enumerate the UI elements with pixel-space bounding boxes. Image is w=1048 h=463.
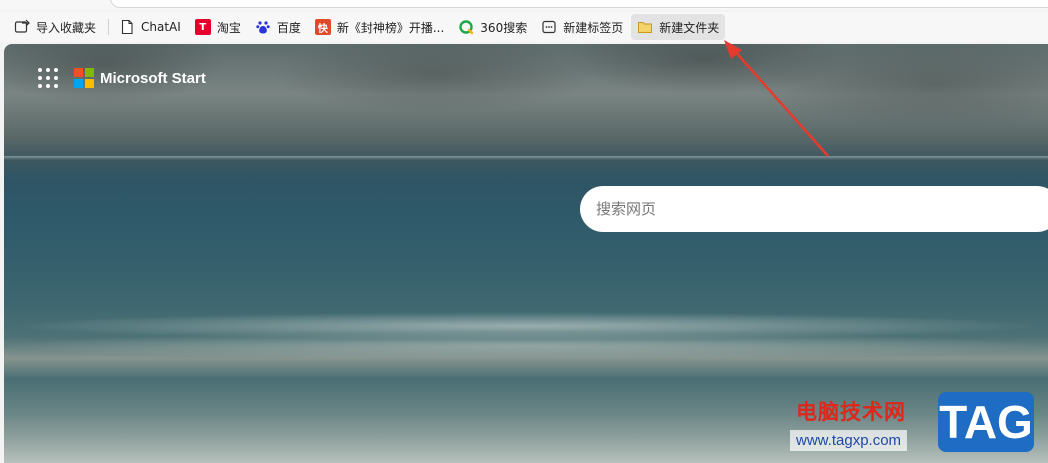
background-clouds (4, 44, 1048, 154)
bookmark-label: 导入收藏夹 (36, 20, 97, 35)
bookmark-label: 新《封神榜》开播... (336, 20, 445, 35)
bookmark-taobao[interactable]: T 淘宝 (189, 14, 247, 40)
brand-title[interactable]: Microsoft Start (100, 70, 206, 87)
bookmark-new-tab-page[interactable]: 新建标签页 (535, 14, 629, 40)
watermark-site-name: 电脑技术网 (796, 400, 906, 424)
bookmark-import-favorites[interactable]: 导入收藏夹 (8, 14, 102, 40)
app-launcher-icon[interactable] (38, 68, 58, 88)
bookmark-label: 新建文件夹 (659, 20, 720, 35)
background-wave (4, 332, 1048, 360)
bookmark-fengshenbang[interactable]: 快 新《封神榜》开播... (309, 14, 450, 40)
watermark-url: www.tagxp.com (790, 430, 908, 451)
address-bar[interactable] (110, 0, 1048, 8)
bookmark-label: ChatAI (141, 20, 181, 34)
360-search-icon (458, 19, 474, 35)
kuai-icon: 快 (314, 19, 331, 35)
bookmark-label: 淘宝 (216, 20, 241, 35)
bookmark-label: 百度 (276, 20, 301, 35)
background-horizon (4, 156, 1048, 160)
bookmark-label: 360搜索 (480, 20, 528, 35)
folder-icon (637, 19, 653, 35)
bookmark-label: 新建标签页 (563, 20, 624, 35)
taobao-icon: T (194, 19, 211, 35)
bookmarks-bar: 导入收藏夹 ChatAI T 淘宝 百度 快 新《封神榜》开播... 360搜索… (0, 12, 1048, 42)
address-bar-edge (0, 0, 1048, 10)
search-input[interactable] (580, 186, 1048, 232)
new-tab-icon (541, 19, 557, 35)
watermark-tag-logo: TAG (938, 392, 1034, 452)
baidu-paw-icon (255, 19, 271, 35)
bookmark-new-folder[interactable]: 新建文件夹 (631, 14, 726, 40)
microsoft-logo-icon (74, 68, 94, 88)
ms-start-header: Microsoft Start (38, 68, 206, 88)
watermark: 电脑技术网 www.tagxp.com TAG (790, 392, 1048, 463)
bookmark-360-search[interactable]: 360搜索 (452, 14, 533, 40)
import-favorites-icon (14, 19, 30, 35)
bookmark-separator (108, 19, 110, 35)
bookmark-baidu[interactable]: 百度 (249, 14, 307, 40)
page-icon (119, 19, 135, 35)
bookmark-chatai[interactable]: ChatAI (113, 14, 187, 40)
